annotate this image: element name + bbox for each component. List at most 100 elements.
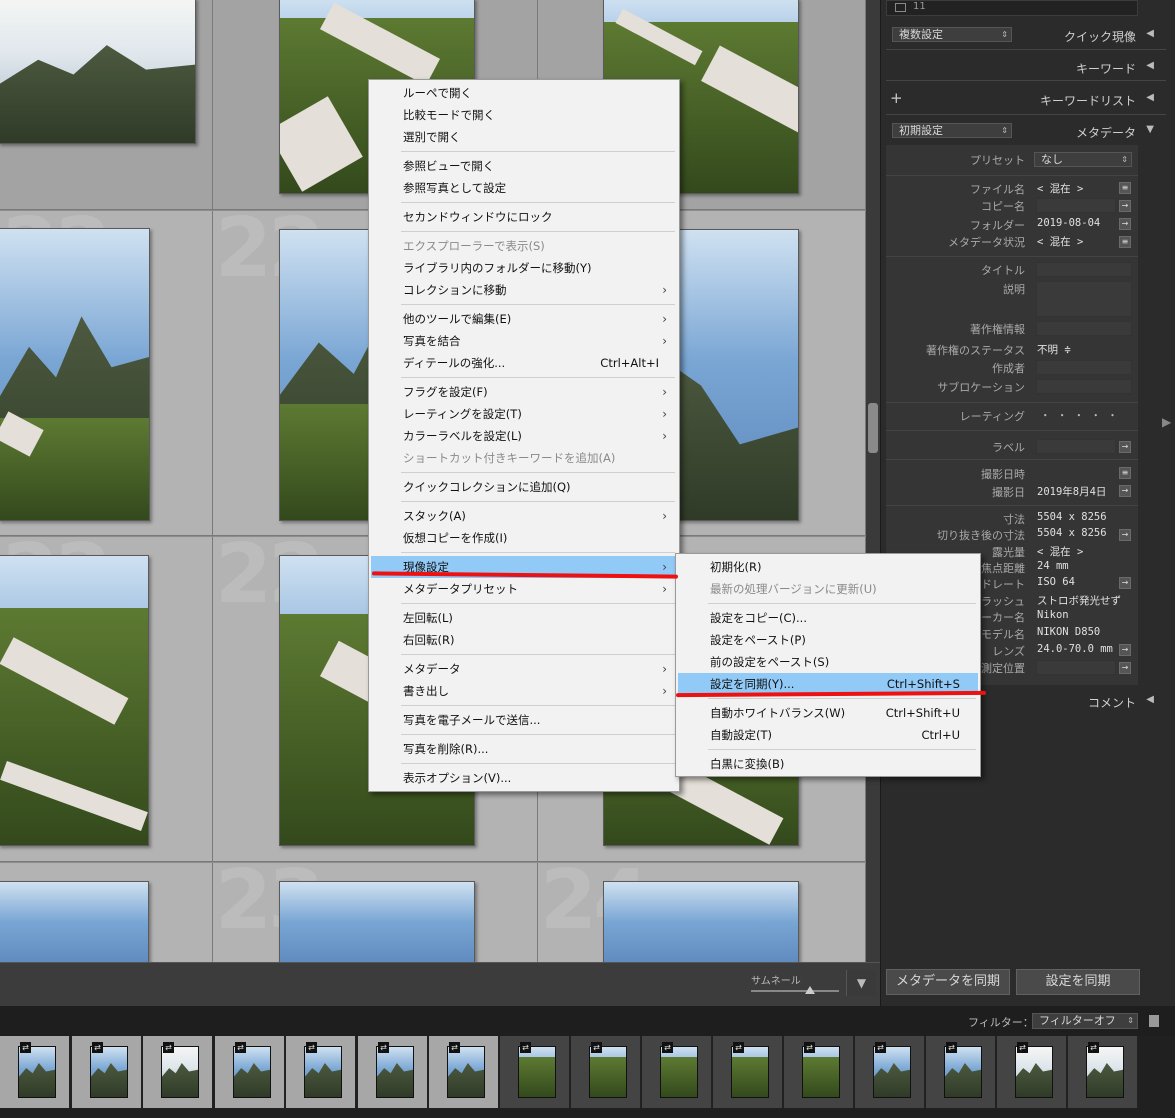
copyright-status-value[interactable]: 不明 ≑: [1037, 342, 1071, 357]
gps-field[interactable]: [1036, 660, 1116, 675]
filmstrip-cell[interactable]: ⇄: [358, 1036, 428, 1108]
grid-cell[interactable]: 22: [0, 211, 213, 536]
menu-item-set-rating[interactable]: レーティングを設定(T) ›: [371, 403, 677, 425]
filmstrip-cell[interactable]: ⇄: [429, 1036, 499, 1108]
filmstrip-cell[interactable]: ⇄: [571, 1036, 641, 1108]
filmstrip-thumb[interactable]: [1086, 1046, 1124, 1098]
grid-cell[interactable]: [0, 0, 213, 210]
submenu-item-copy-settings[interactable]: 設定をコピー(C)...: [678, 607, 978, 629]
menu-item-enhance-details[interactable]: ディテールの強化... Ctrl+Alt+I: [371, 352, 677, 374]
menu-item-export[interactable]: 書き出し ›: [371, 680, 677, 702]
quick-develop-header[interactable]: クイック現像 ◀: [880, 22, 1160, 48]
filmstrip-cell[interactable]: ⇄: [143, 1036, 213, 1108]
go-arrow-icon[interactable]: →: [1119, 218, 1131, 230]
go-arrow-icon[interactable]: →: [1119, 200, 1131, 212]
filmstrip-cell[interactable]: ⇄: [500, 1036, 570, 1108]
submenu-item-convert-bw[interactable]: 白黒に変換(B): [678, 753, 978, 775]
submenu-item-paste-previous[interactable]: 前の設定をペースト(S): [678, 651, 978, 673]
menu-item-go-to-folder[interactable]: ライブラリ内のフォルダーに移動(Y): [371, 257, 677, 279]
menu-item-loupe[interactable]: ルーペで開く: [371, 82, 677, 104]
creator-field[interactable]: [1036, 360, 1132, 375]
submenu-item-reset[interactable]: 初期化(R): [678, 556, 978, 578]
metadata-header[interactable]: メタデータ ▼: [880, 118, 1160, 144]
filmstrip-thumb[interactable]: [944, 1046, 982, 1098]
menu-item-go-to-collection[interactable]: コレクションに移動 ›: [371, 279, 677, 301]
go-arrow-icon[interactable]: →: [1119, 577, 1131, 589]
filmstrip-cell[interactable]: ⇄: [642, 1036, 712, 1108]
keyword-list-header[interactable]: + キーワードリスト ◀: [880, 86, 1160, 112]
copyname-field[interactable]: [1036, 198, 1116, 213]
menu-item-metadata-presets[interactable]: メタデータプリセット ›: [371, 578, 677, 600]
list-icon[interactable]: ≡: [1119, 182, 1131, 194]
go-arrow-icon[interactable]: →: [1119, 644, 1131, 656]
right-panel-toggle-icon[interactable]: ▶: [1162, 415, 1171, 429]
filmstrip-thumb[interactable]: [304, 1046, 342, 1098]
grid-scrollbar-thumb[interactable]: [868, 403, 878, 453]
filmstrip-cell[interactable]: ⇄: [0, 1036, 70, 1108]
filmstrip-thumb[interactable]: [161, 1046, 199, 1098]
label-field[interactable]: [1036, 439, 1116, 454]
go-arrow-icon[interactable]: →: [1119, 662, 1131, 674]
go-arrow-icon[interactable]: →: [1119, 529, 1131, 541]
filmstrip-thumb[interactable]: [731, 1046, 769, 1098]
filmstrip-thumb[interactable]: [233, 1046, 271, 1098]
filmstrip-cell[interactable]: ⇄: [784, 1036, 854, 1108]
checkbox-icon[interactable]: [895, 3, 906, 12]
filmstrip-cell[interactable]: ⇄: [855, 1036, 925, 1108]
filmstrip-thumb[interactable]: [518, 1046, 556, 1098]
thumbnail-image[interactable]: [279, 881, 475, 962]
go-arrow-icon[interactable]: →: [1119, 485, 1131, 497]
go-arrow-icon[interactable]: →: [1119, 441, 1131, 453]
menu-item-virtual-copy[interactable]: 仮想コピーを作成(I): [371, 527, 677, 549]
menu-item-add-quick-collection[interactable]: クイックコレクションに追加(Q): [371, 476, 677, 498]
menu-item-compare[interactable]: 比較モードで開く: [371, 104, 677, 126]
menu-item-lock-second-window[interactable]: セカンドウィンドウにロック: [371, 206, 677, 228]
thumbnail-image[interactable]: [603, 881, 799, 962]
toolbar-menu-button[interactable]: ▼: [846, 970, 876, 996]
menu-item-reference-view[interactable]: 参照ビューで開く: [371, 155, 677, 177]
caption-field[interactable]: [1036, 281, 1132, 317]
menu-item-view-options[interactable]: 表示オプション(V)...: [371, 767, 677, 789]
slider-knob-icon[interactable]: [805, 986, 815, 994]
filmstrip-thumb[interactable]: [18, 1046, 56, 1098]
filmstrip-thumb[interactable]: [802, 1046, 840, 1098]
grid-cell[interactable]: 24 ⇄: [538, 863, 866, 962]
sublocation-field[interactable]: [1036, 379, 1132, 394]
list-icon[interactable]: ≡: [1119, 467, 1131, 479]
preset-dropdown[interactable]: なし ⇕: [1034, 152, 1132, 167]
filmstrip-cell[interactable]: ⇄: [72, 1036, 142, 1108]
sync-metadata-button[interactable]: メタデータを同期: [886, 969, 1010, 995]
filmstrip-thumb[interactable]: [376, 1046, 414, 1098]
filter-dropdown[interactable]: フィルターオフ ⇕: [1032, 1013, 1138, 1029]
filmstrip-cell[interactable]: ⇄: [713, 1036, 783, 1108]
filmstrip-thumb[interactable]: [90, 1046, 128, 1098]
menu-item-set-flag[interactable]: フラグを設定(F) ›: [371, 381, 677, 403]
filmstrip-cell[interactable]: ⇄: [286, 1036, 356, 1108]
menu-item-remove-photo[interactable]: 写真を削除(R)...: [371, 738, 677, 760]
keyword-header[interactable]: キーワード ◀: [880, 54, 1160, 80]
filmstrip-cell[interactable]: ⇄: [997, 1036, 1067, 1108]
grid-cell[interactable]: 22: [0, 537, 213, 862]
filter-lock-icon[interactable]: [1149, 1015, 1159, 1027]
thumbnail-image[interactable]: [0, 228, 150, 521]
submenu-item-auto-white-balance[interactable]: 自動ホワイトバランス(W) Ctrl+Shift+U: [678, 702, 978, 724]
grid-cell[interactable]: 23 ⇄: [213, 863, 538, 962]
thumbnail-size-slider[interactable]: [751, 990, 839, 992]
filmstrip-cell[interactable]: ⇄: [926, 1036, 996, 1108]
menu-item-set-reference[interactable]: 参照写真として設定: [371, 177, 677, 199]
copyright-field[interactable]: [1036, 321, 1132, 336]
menu-item-metadata[interactable]: メタデータ ›: [371, 658, 677, 680]
grid-scrollbar[interactable]: [866, 0, 880, 962]
filmstrip-thumb[interactable]: [873, 1046, 911, 1098]
menu-item-stacking[interactable]: スタック(A) ›: [371, 505, 677, 527]
menu-item-survey[interactable]: 選別で開く: [371, 126, 677, 148]
menu-item-edit-in[interactable]: 他のツールで編集(E) ›: [371, 308, 677, 330]
thumbnail-image[interactable]: [0, 555, 149, 846]
menu-item-photo-merge[interactable]: 写真を結合 ›: [371, 330, 677, 352]
title-field[interactable]: [1036, 262, 1132, 277]
filmstrip-cell[interactable]: ⇄: [1068, 1036, 1138, 1108]
rating-dots[interactable]: ・ ・ ・ ・ ・: [1040, 408, 1118, 423]
filmstrip-thumb[interactable]: [1015, 1046, 1053, 1098]
menu-item-rotate-left[interactable]: 左回転(L): [371, 607, 677, 629]
filmstrip-thumb[interactable]: [589, 1046, 627, 1098]
